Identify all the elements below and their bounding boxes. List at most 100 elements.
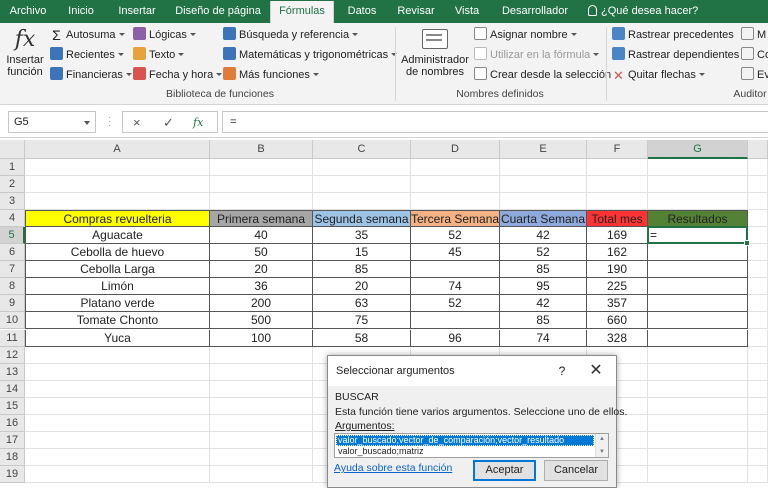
cell-f4[interactable]: Total mes xyxy=(587,210,648,228)
cell-b1[interactable] xyxy=(210,159,313,177)
row-header-18[interactable]: 18 xyxy=(0,448,25,466)
text-button[interactable]: Texto xyxy=(133,46,185,64)
cell-e2[interactable] xyxy=(500,176,587,194)
cell-a18[interactable] xyxy=(25,448,210,466)
arguments-listbox[interactable]: valor_buscado;vector_de_comparación;vect… xyxy=(334,433,609,458)
tab-vista[interactable]: Vista xyxy=(445,0,489,23)
cell-a17[interactable] xyxy=(25,431,210,449)
cell-a19[interactable] xyxy=(25,465,210,483)
row-header-13[interactable]: 13 xyxy=(0,363,25,381)
cancel-entry-icon[interactable]: × xyxy=(133,113,141,132)
cell-a7[interactable]: Cebolla Larga xyxy=(25,261,210,279)
fill-handle[interactable] xyxy=(744,240,750,247)
help-icon[interactable]: ? xyxy=(553,356,571,386)
cell-d3[interactable] xyxy=(411,193,500,211)
tab-desarrollador[interactable]: Desarrollador xyxy=(493,0,577,23)
cell-a14[interactable] xyxy=(25,380,210,398)
cell-g15[interactable] xyxy=(648,397,748,415)
cell-f6[interactable]: 162 xyxy=(587,244,648,262)
cell-g14[interactable] xyxy=(648,380,748,398)
trace-precedents-button[interactable]: Rastrear precedentes xyxy=(612,26,734,44)
cell-b11[interactable]: 100 xyxy=(210,329,313,347)
date-time-button[interactable]: Fecha y hora xyxy=(133,66,223,84)
name-box[interactable]: G5 xyxy=(8,111,96,133)
row-header-8[interactable]: 8 xyxy=(0,278,25,296)
cell-a8[interactable]: Limón xyxy=(25,278,210,296)
row-header-19[interactable]: 19 xyxy=(0,465,25,483)
cell-f9[interactable]: 357 xyxy=(587,295,648,313)
cell-a2[interactable] xyxy=(25,176,210,194)
cell-c9[interactable]: 63 xyxy=(313,295,411,313)
row-header-17[interactable]: 17 xyxy=(0,431,25,449)
cell-f3[interactable] xyxy=(587,193,648,211)
cell-a3[interactable] xyxy=(25,193,210,211)
cell-e1[interactable] xyxy=(500,159,587,177)
row-header-5[interactable]: 5 xyxy=(0,227,25,245)
help-on-function-link[interactable]: Ayuda sobre esta función xyxy=(334,462,452,474)
cell-g8[interactable] xyxy=(648,278,748,296)
cell-f7[interactable]: 190 xyxy=(587,261,648,279)
scroll-up-icon[interactable]: ▲ xyxy=(599,435,605,443)
use-in-formula-button[interactable]: Utilizar en la fórmula xyxy=(474,46,600,64)
cell-e3[interactable] xyxy=(500,193,587,211)
cell-a12[interactable] xyxy=(25,346,210,364)
cell-b13[interactable] xyxy=(210,363,313,381)
row-header-12[interactable]: 12 xyxy=(0,346,25,364)
insert-function-button[interactable]: fx Insertar función xyxy=(5,26,45,78)
cell-b12[interactable] xyxy=(210,346,313,364)
cell-g2[interactable] xyxy=(648,176,748,194)
cell-c2[interactable] xyxy=(313,176,411,194)
column-header-e[interactable]: E xyxy=(500,140,587,159)
row-header-15[interactable]: 15 xyxy=(0,397,25,415)
cell-b2[interactable] xyxy=(210,176,313,194)
cell-g4[interactable]: Resultados xyxy=(648,210,748,228)
cell-g10[interactable] xyxy=(648,312,748,330)
define-name-button[interactable]: Asignar nombre xyxy=(474,26,577,44)
cell-b17[interactable] xyxy=(210,431,313,449)
cell-a5[interactable]: Aguacate xyxy=(25,227,210,245)
cell-e9[interactable]: 42 xyxy=(500,295,587,313)
cell-c7[interactable]: 85 xyxy=(313,261,411,279)
cell-d6[interactable]: 45 xyxy=(411,244,500,262)
accept-button[interactable]: Aceptar xyxy=(473,460,536,481)
lookup-reference-button[interactable]: Búsqueda y referencia xyxy=(223,26,359,44)
close-icon[interactable]: ✕ xyxy=(585,356,607,386)
column-header-b[interactable]: B xyxy=(210,140,313,159)
formula-input[interactable]: = xyxy=(222,111,768,133)
cell-d8[interactable]: 74 xyxy=(411,278,500,296)
cell-a6[interactable]: Cebolla de huevo xyxy=(25,244,210,262)
row-header-14[interactable]: 14 xyxy=(0,380,25,398)
cell-g12[interactable] xyxy=(648,346,748,364)
tab-insertar[interactable]: Insertar xyxy=(108,0,166,23)
cell-e7[interactable]: 85 xyxy=(500,261,587,279)
cell-d2[interactable] xyxy=(411,176,500,194)
cell-d10[interactable] xyxy=(411,312,500,330)
show-formulas-button[interactable]: M xyxy=(741,26,766,44)
cell-g9[interactable] xyxy=(648,295,748,313)
cell-d1[interactable] xyxy=(411,159,500,177)
cell-g19[interactable] xyxy=(648,465,748,483)
cell-f10[interactable]: 660 xyxy=(587,312,648,330)
cell-b16[interactable] xyxy=(210,414,313,432)
tab-inicio[interactable]: Inicio xyxy=(56,0,106,23)
recent-button[interactable]: Recientes xyxy=(50,46,124,64)
cell-c10[interactable]: 75 xyxy=(313,312,411,330)
select-all-corner[interactable] xyxy=(0,140,25,159)
cell-g16[interactable] xyxy=(648,414,748,432)
cell-a11[interactable]: Yuca xyxy=(25,329,210,347)
cell-f2[interactable] xyxy=(587,176,648,194)
cell-b8[interactable]: 36 xyxy=(210,278,313,296)
row-header-7[interactable]: 7 xyxy=(0,261,25,279)
tab-datos[interactable]: Datos xyxy=(337,0,387,23)
row-header-6[interactable]: 6 xyxy=(0,244,25,262)
math-trig-button[interactable]: Matemáticas y trigonométricas xyxy=(223,46,398,64)
tab-archivo[interactable]: Archivo xyxy=(2,0,54,23)
cell-b19[interactable] xyxy=(210,465,313,483)
cell-e11[interactable]: 74 xyxy=(500,329,587,347)
cell-b14[interactable] xyxy=(210,380,313,398)
cell-b4[interactable]: Primera semana xyxy=(210,210,313,228)
cell-a13[interactable] xyxy=(25,363,210,381)
cell-g7[interactable] xyxy=(648,261,748,279)
cell-c8[interactable]: 20 xyxy=(313,278,411,296)
name-manager-button[interactable]: Administrador de nombres xyxy=(400,26,470,78)
